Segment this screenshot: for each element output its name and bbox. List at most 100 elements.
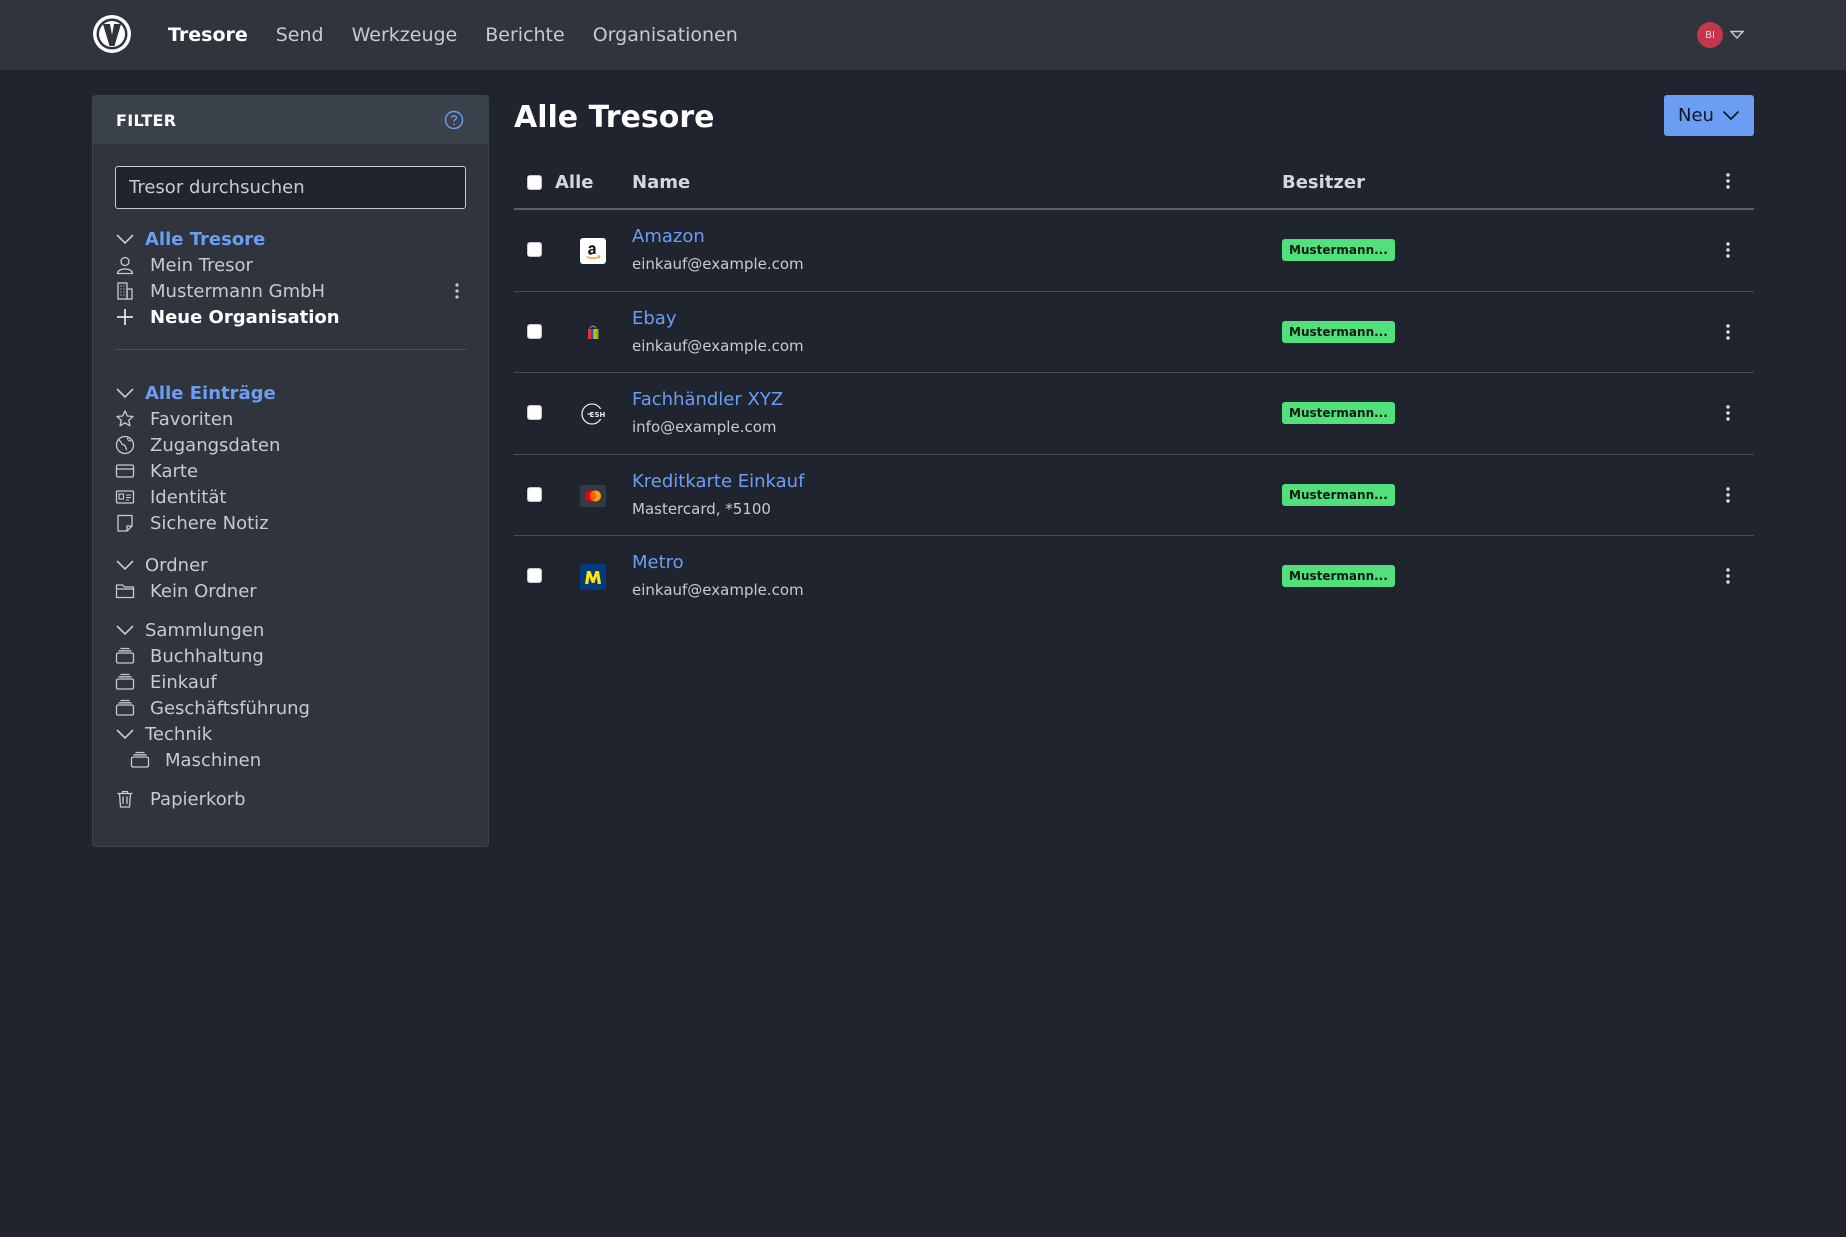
table-header: Alle Name Besitzer	[514, 160, 1754, 210]
trash-tree: Papierkorb	[115, 786, 470, 812]
chevron-down-icon	[116, 625, 134, 636]
note-icon	[117, 514, 133, 532]
row-options-icon[interactable]	[1725, 322, 1731, 342]
item-name-link[interactable]: Ebay	[632, 308, 676, 329]
row-checkbox[interactable]	[527, 486, 542, 502]
folder-tree: Ordner Kein Ordner	[115, 552, 470, 604]
tree-label: Favoriten	[150, 408, 234, 430]
table-row: Metro einkauf@example.com Mustermann...	[514, 536, 1754, 618]
row-options-icon[interactable]	[1725, 566, 1731, 586]
tree-label: Identität	[150, 486, 227, 508]
mastercard-icon	[580, 484, 606, 507]
row-checkbox[interactable]	[527, 405, 542, 420]
item-subtitle: einkauf@example.com	[632, 581, 804, 599]
more-options-icon[interactable]	[454, 281, 460, 301]
owner-badge: Mustermann...	[1282, 565, 1395, 587]
tree-label: Sammlungen	[145, 619, 265, 641]
tree-label: Ordner	[145, 554, 208, 576]
nav-organisationen[interactable]: Organisationen	[593, 24, 738, 46]
tree-all-vaults[interactable]: Alle Tresore	[115, 226, 470, 252]
tree-org-mustermann[interactable]: Mustermann GmbH	[115, 278, 470, 304]
vault-search-input[interactable]	[115, 166, 466, 209]
type-tree: Alle Einträge Favoriten Zugangsdaten Kar…	[115, 380, 470, 536]
tree-label: Mein Tresor	[150, 254, 253, 276]
row-checkbox[interactable]	[527, 242, 542, 257]
column-all[interactable]: Alle	[555, 172, 593, 193]
chevron-down-icon	[1722, 110, 1740, 121]
tree-collection-buchhaltung[interactable]: Buchhaltung	[115, 643, 470, 669]
vault-tree: Alle Tresore Mein Tresor Mustermann GmbH…	[115, 226, 470, 330]
owner-badge: Mustermann...	[1282, 402, 1395, 424]
star-icon	[116, 410, 134, 427]
bulk-options-icon[interactable]	[1725, 171, 1731, 191]
tree-all-items[interactable]: Alle Einträge	[115, 380, 470, 406]
row-checkbox[interactable]	[527, 568, 542, 583]
tree-cards[interactable]: Karte	[115, 458, 470, 484]
tree-my-vault[interactable]: Mein Tresor	[115, 252, 470, 278]
tree-collection-einkauf[interactable]: Einkauf	[115, 669, 470, 695]
esh-icon: ESH	[581, 403, 606, 425]
tree-label: Mustermann GmbH	[150, 280, 326, 302]
tree-label: Alle Tresore	[145, 228, 266, 250]
owner-badge: Mustermann...	[1282, 320, 1395, 343]
select-all-checkbox[interactable]	[527, 175, 542, 190]
filter-divider	[115, 349, 466, 350]
table-row: ESH Fachhändler XYZ info@example.com Mus…	[514, 373, 1754, 455]
nav-tresore[interactable]: Tresore	[168, 24, 248, 46]
column-name: Name	[632, 172, 691, 193]
tree-label: Kein Ordner	[150, 580, 257, 602]
tree-identities[interactable]: Identität	[115, 484, 470, 510]
item-name-link[interactable]: Metro	[632, 552, 684, 573]
vaultwarden-logo-icon[interactable]	[91, 13, 133, 55]
tree-folders[interactable]: Ordner	[115, 552, 470, 578]
tree-label: Buchhaltung	[150, 645, 264, 667]
account-menu[interactable]: BI	[1697, 22, 1744, 48]
id-card-icon	[115, 490, 135, 504]
row-options-icon[interactable]	[1725, 485, 1731, 505]
item-name-link[interactable]: Kreditkarte Einkauf	[632, 471, 804, 492]
tree-secure-notes[interactable]: Sichere Notiz	[115, 510, 470, 536]
owner-badge: Mustermann...	[1282, 239, 1395, 261]
row-checkbox[interactable]	[527, 323, 542, 339]
tree-collections[interactable]: Sammlungen	[115, 617, 470, 643]
table-row: Kreditkarte Einkauf Mastercard, *5100 Mu…	[514, 455, 1754, 536]
tree-no-folder[interactable]: Kein Ordner	[115, 578, 470, 604]
help-icon[interactable]	[444, 110, 464, 130]
filter-panel: FILTER Alle Tresore Mein Tresor Musterma…	[92, 95, 489, 847]
tree-collection-maschinen[interactable]: Maschinen	[115, 747, 470, 773]
row-options-icon[interactable]	[1725, 403, 1731, 423]
svg-text:ESH: ESH	[590, 411, 606, 419]
nav-werkzeuge[interactable]: Werkzeuge	[352, 24, 458, 46]
amazon-icon	[580, 238, 606, 264]
item-subtitle: einkauf@example.com	[632, 336, 804, 355]
page-title: Alle Tresore	[514, 100, 715, 135]
item-subtitle: einkauf@example.com	[632, 255, 804, 273]
ebay-icon	[588, 325, 599, 339]
tree-trash[interactable]: Papierkorb	[115, 786, 470, 812]
nav-berichte[interactable]: Berichte	[485, 24, 564, 46]
tree-favorites[interactable]: Favoriten	[115, 406, 470, 432]
table-row: Amazon einkauf@example.com Mustermann...	[514, 210, 1754, 292]
top-navigation: Tresore Send Werkzeuge Berichte Organisa…	[0, 0, 1846, 70]
item-subtitle: Mastercard, *5100	[632, 499, 771, 518]
table-row: Ebay einkauf@example.com Mustermann...	[514, 292, 1754, 373]
plus-icon	[117, 309, 133, 325]
globe-icon	[115, 435, 135, 455]
new-button-label: Neu	[1678, 105, 1714, 126]
tree-new-organisation[interactable]: Neue Organisation	[115, 304, 470, 330]
new-item-button[interactable]: Neu	[1664, 95, 1754, 136]
item-name-link[interactable]: Fachhändler XYZ	[632, 389, 783, 410]
chevron-down-icon	[116, 729, 134, 740]
user-icon	[116, 256, 134, 275]
tree-label: Technik	[145, 723, 213, 745]
nav-send[interactable]: Send	[276, 24, 324, 46]
tree-collection-geschaeftsfuehrung[interactable]: Geschäftsführung	[115, 695, 470, 721]
tree-label: Karte	[150, 460, 199, 482]
item-name-link[interactable]: Amazon	[632, 226, 705, 247]
tree-logins[interactable]: Zugangsdaten	[115, 432, 470, 458]
building-icon	[117, 282, 133, 300]
filter-title: FILTER	[116, 110, 177, 130]
row-options-icon[interactable]	[1725, 240, 1731, 260]
tree-collection-technik[interactable]: Technik	[115, 721, 470, 747]
main-nav: Tresore Send Werkzeuge Berichte Organisa…	[168, 0, 738, 70]
